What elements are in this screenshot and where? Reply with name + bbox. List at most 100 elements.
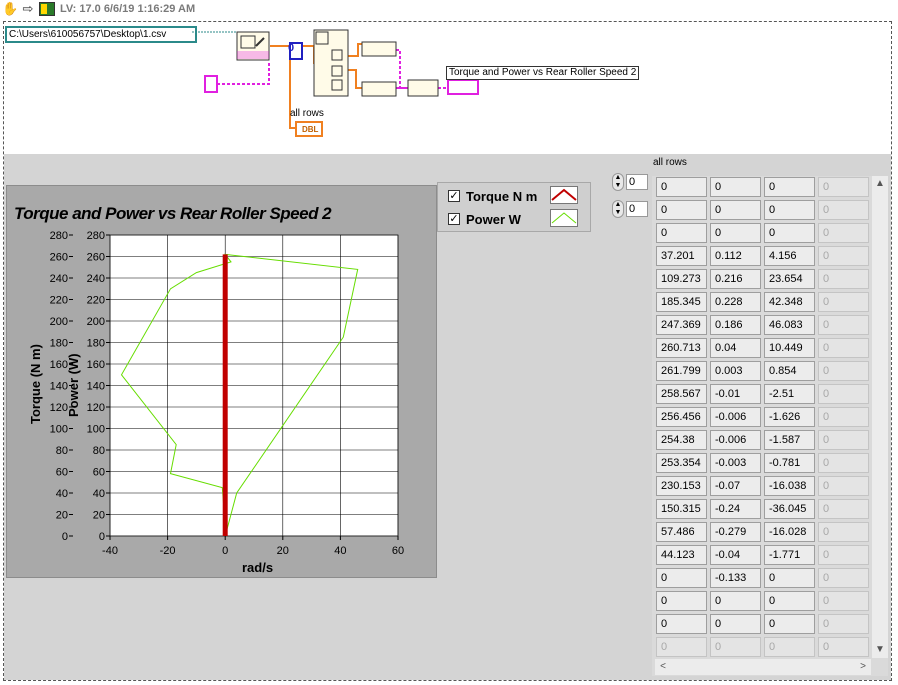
array-cell[interactable]: 0 [818,568,869,588]
array-cell[interactable]: 0 [818,223,869,243]
scroll-down-arrow-icon[interactable]: ▼ [872,642,888,658]
array-cell[interactable]: 0 [818,637,869,657]
array-cell[interactable]: 0.854 [764,361,815,381]
array-cell[interactable]: 0 [764,568,815,588]
array-cell[interactable]: 0.216 [710,269,761,289]
array-cell[interactable]: 0 [764,200,815,220]
array-cell[interactable]: 253.354 [656,453,707,473]
array-cell[interactable]: 0.003 [710,361,761,381]
array-cell[interactable]: 0 [656,637,707,657]
index-col-spinner[interactable]: ▲ ▼ [612,200,624,218]
array-cell[interactable]: 42.348 [764,292,815,312]
array-cell[interactable]: 0.04 [710,338,761,358]
array-cell[interactable]: 0.186 [710,315,761,335]
arrow-icon[interactable]: ⇨ [20,2,36,16]
array-cell[interactable]: 256.456 [656,407,707,427]
array-cell[interactable]: 0 [656,591,707,611]
scroll-left-arrow-icon[interactable]: < [655,659,671,675]
array-cell[interactable]: 0 [818,338,869,358]
array-cell[interactable]: 0 [818,499,869,519]
array-cell[interactable]: 0 [710,200,761,220]
array-cell[interactable]: 0.228 [710,292,761,312]
index-row-value[interactable]: 0 [626,174,648,190]
array-cell[interactable]: 0 [818,614,869,634]
zero-constant[interactable]: 0 [288,42,294,54]
array-cell[interactable]: 10.449 [764,338,815,358]
checkbox-torque[interactable]: ✓ [448,190,460,202]
array-cell[interactable]: -0.006 [710,407,761,427]
array-cell[interactable]: -2.51 [764,384,815,404]
array-cell[interactable]: 0 [818,361,869,381]
array-cell[interactable]: 0 [818,200,869,220]
array-cell[interactable]: 260.713 [656,338,707,358]
array-index-col[interactable]: ▲ ▼ 0 [612,200,650,218]
array-cell[interactable]: 0 [764,637,815,657]
array-cell[interactable]: 0 [818,269,869,289]
array-cell[interactable]: 46.083 [764,315,815,335]
array-cell[interactable]: 0 [818,430,869,450]
array-cell[interactable]: -0.133 [710,568,761,588]
array-cell[interactable]: 0 [818,476,869,496]
index-row-spinner[interactable]: ▲ ▼ [612,173,624,191]
array-cell[interactable]: 0 [818,453,869,473]
array-cell[interactable]: 0 [818,315,869,335]
array-cell[interactable]: -0.24 [710,499,761,519]
array-cell[interactable]: 0 [710,614,761,634]
swatch-power[interactable] [550,209,578,227]
array-cell[interactable]: 37.201 [656,246,707,266]
scroll-up-arrow-icon[interactable]: ▲ [872,176,888,192]
array-cell[interactable]: 0 [710,637,761,657]
array-cell[interactable]: 150.315 [656,499,707,519]
array-cell[interactable]: 185.345 [656,292,707,312]
array-horizontal-scrollbar[interactable]: < > [655,659,871,675]
array-cell[interactable]: 23.654 [764,269,815,289]
array-cell[interactable]: -16.038 [764,476,815,496]
array-cell[interactable]: 0 [818,177,869,197]
array-cell[interactable]: -0.006 [710,430,761,450]
array-cell[interactable]: -0.279 [710,522,761,542]
legend-item-power[interactable]: ✓ Power W [448,210,521,228]
array-cell[interactable]: 0 [818,407,869,427]
index-col-value[interactable]: 0 [626,201,648,217]
array-cell[interactable]: 0 [656,568,707,588]
array-cell[interactable]: 0 [818,246,869,266]
array-cell[interactable]: -0.01 [710,384,761,404]
array-cell[interactable]: 0 [656,223,707,243]
labview-vi-icon[interactable] [39,2,55,16]
array-cell[interactable]: 0 [656,200,707,220]
array-cell[interactable]: 0 [764,177,815,197]
swatch-torque[interactable] [550,186,578,204]
array-cell[interactable]: 44.123 [656,545,707,565]
array-cell[interactable]: 0 [764,614,815,634]
array-cell[interactable]: -1.771 [764,545,815,565]
array-cell[interactable]: -0.003 [710,453,761,473]
array-cell[interactable]: 0 [818,545,869,565]
dbl-terminal[interactable]: DBL [302,124,318,136]
array-cell[interactable]: 261.799 [656,361,707,381]
array-cell[interactable]: 0 [710,591,761,611]
array-indicator[interactable]: 0 0 0 0 0 0 0 0 0 0 0 0 37.201 0.112 4.156 0 109.273 0.21… [652,176,888,676]
array-cell[interactable]: 258.567 [656,384,707,404]
array-cell[interactable]: 0 [818,384,869,404]
array-index-row[interactable]: ▲ ▼ 0 [612,173,650,191]
array-cell[interactable]: 109.273 [656,269,707,289]
array-cell[interactable]: 230.153 [656,476,707,496]
array-cell[interactable]: -16.028 [764,522,815,542]
array-cell[interactable]: 0 [818,292,869,312]
array-cell[interactable]: -1.587 [764,430,815,450]
array-cell[interactable]: 0 [818,591,869,611]
array-cell[interactable]: 0 [656,614,707,634]
scroll-right-arrow-icon[interactable]: > [855,659,871,675]
array-cell[interactable]: -0.07 [710,476,761,496]
array-cell[interactable]: 0 [764,591,815,611]
array-cell[interactable]: 4.156 [764,246,815,266]
checkbox-power[interactable]: ✓ [448,213,460,225]
array-cell[interactable]: -0.04 [710,545,761,565]
array-cell[interactable]: 0.112 [710,246,761,266]
array-cell[interactable]: 247.369 [656,315,707,335]
hand-icon[interactable]: ✋ [2,2,18,16]
array-vertical-scrollbar[interactable]: ▲ ▼ [872,176,888,658]
array-cell[interactable]: 0 [710,223,761,243]
legend-item-torque[interactable]: ✓ Torque N m [448,187,537,205]
array-cell[interactable]: 0 [710,177,761,197]
